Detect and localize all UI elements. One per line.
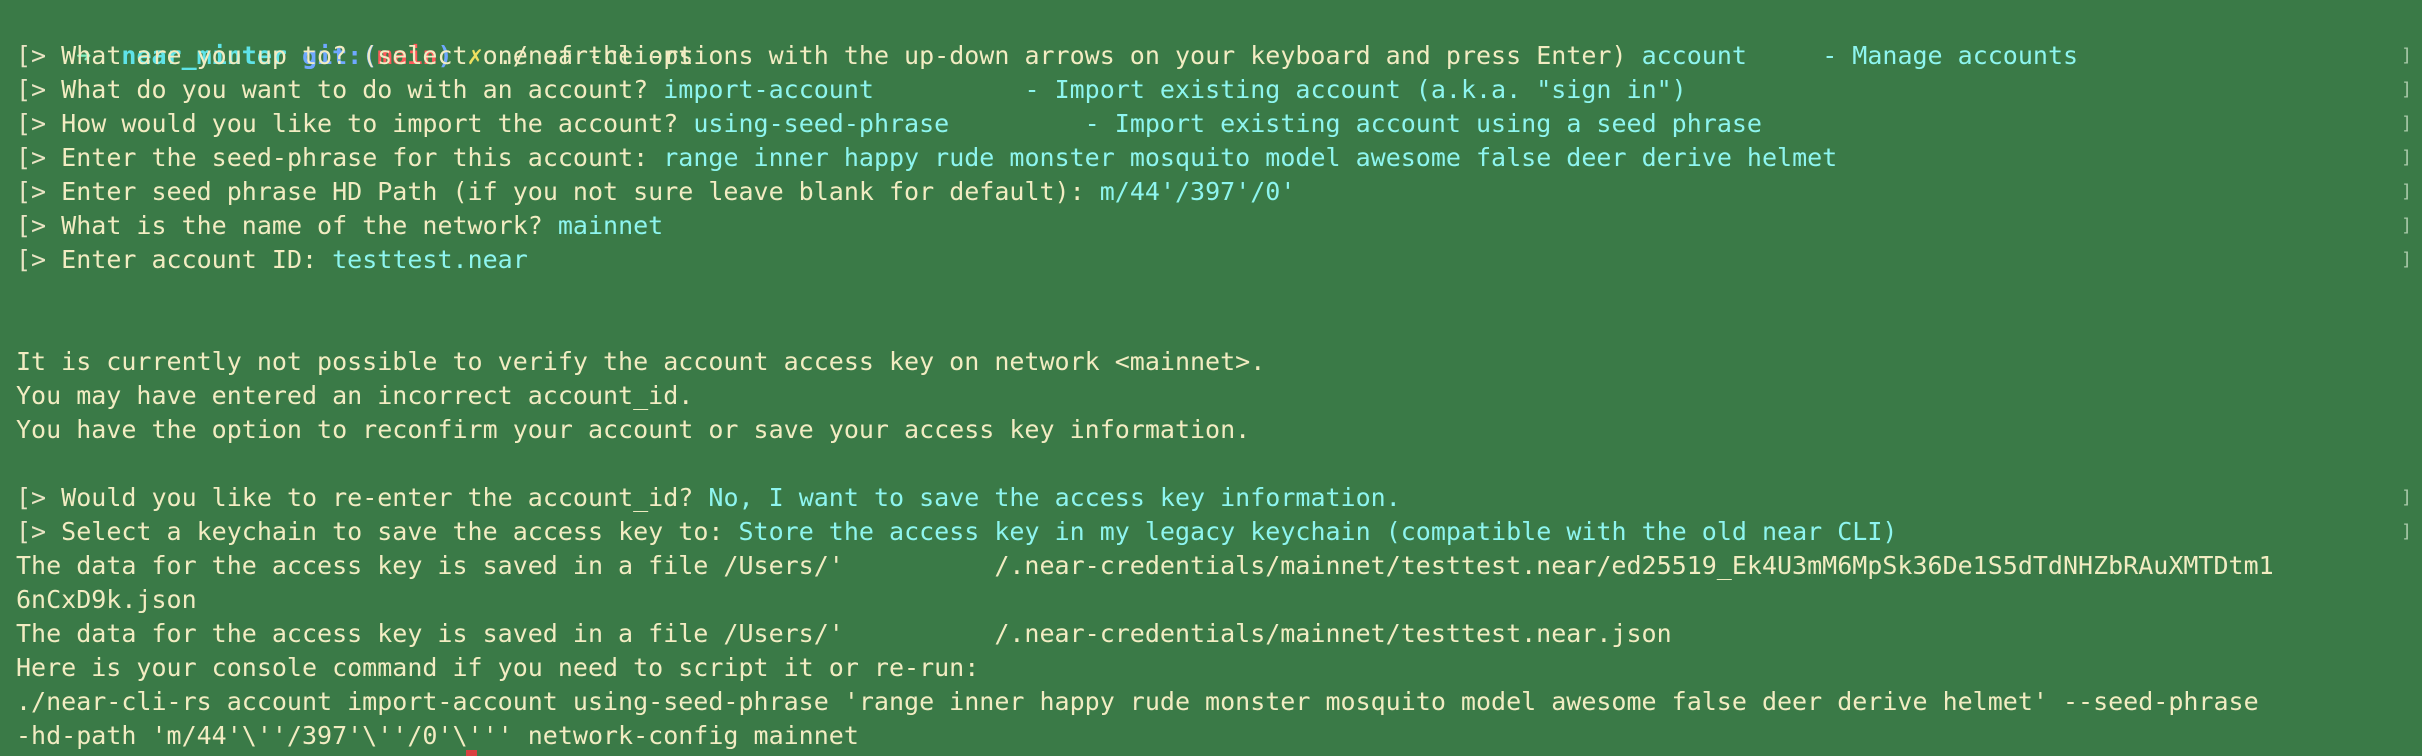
text-cursor (466, 750, 477, 756)
prompt-end-marker: ] (2401, 215, 2412, 236)
prompt-question: What is the name of the network? (61, 211, 543, 240)
prompt-end-marker: ] (2401, 147, 2412, 168)
prompt-question: Select a keychain to save the access key… (61, 517, 724, 546)
prompt-line: [> How would you like to import the acco… (16, 107, 1762, 141)
prompt-answer: m/44'/397'/0' (1099, 177, 1296, 206)
prompt-marker: [> (16, 109, 47, 138)
prompt-answer: mainnet (557, 211, 664, 240)
prompt-line: [> Enter the seed-phrase for this accoun… (16, 141, 1837, 175)
prompt-question: What are you up to? (select one of the o… (61, 41, 1627, 70)
console-command-continued[interactable]: -hd-path 'm/44'\''/397'\''/0'\''' networ… (16, 719, 859, 753)
prompt-question: What do you want to do with an account? (61, 75, 649, 104)
shell-prompt: ➜ near_minter git:(main) ✗ ./near-cli-rs (16, 5, 693, 70)
prompt-answer: Store the access key in my legacy keycha… (738, 517, 1898, 546)
prompt-end-marker: ] (2401, 521, 2412, 542)
output-line: The data for the access key is saved in … (16, 619, 1672, 648)
prompt-question: Enter the seed-phrase for this account: (61, 143, 649, 172)
prompt-marker: [> (16, 211, 47, 240)
prompt-answer: testtest.near (332, 245, 528, 274)
prompt-answer: import-account - Import existing account… (663, 75, 1687, 104)
prompt-end-marker: ] (2401, 181, 2412, 202)
console-command[interactable]: ./near-cli-rs account import-account usi… (16, 685, 2259, 719)
prompt-answer: range inner happy rude monster mosquito … (663, 143, 1838, 172)
prompt-marker: [> (16, 517, 47, 546)
prompt-line: [> Enter account ID: testtest.near (16, 243, 528, 277)
prompt-question: Enter account ID: (61, 245, 318, 274)
prompt-answer: account - Manage accounts (1641, 41, 2079, 70)
prompt-line: [> Would you like to re-enter the accoun… (16, 481, 1401, 515)
prompt-line: [> What do you want to do with an accoun… (16, 73, 1687, 107)
output-line: The data for the access key is saved in … (16, 551, 2274, 580)
terminal-window[interactable]: ➜ near_minter git:(main) ✗ ./near-cli-rs… (0, 0, 2422, 756)
prompt-question: Would you like to re-enter the account_i… (61, 483, 694, 512)
prompt-question: Enter seed phrase HD Path (if you not su… (61, 177, 1085, 206)
warning-line: It is currently not possible to verify t… (16, 347, 1266, 376)
prompt-end-marker: ] (2401, 79, 2412, 100)
prompt-end-marker: ] (2401, 249, 2412, 270)
prompt-marker: [> (16, 245, 47, 274)
prompt-marker: [> (16, 75, 47, 104)
prompt-end-marker: ] (2401, 487, 2412, 508)
prompt-marker: [> (16, 483, 47, 512)
prompt-end-marker: ] (2401, 113, 2412, 134)
prompt-line: [> What are you up to? (select one of th… (16, 39, 2078, 73)
prompt-marker: [> (16, 143, 47, 172)
prompt-marker: [> (16, 41, 47, 70)
prompt-end-marker: ] (2401, 45, 2412, 66)
prompt-line: [> Select a keychain to save the access … (16, 515, 1897, 549)
prompt-answer: No, I want to save the access key inform… (708, 483, 1401, 512)
warning-line: You have the option to reconfirm your ac… (16, 415, 1251, 444)
prompt-marker: [> (16, 177, 47, 206)
prompt-line: [> Enter seed phrase HD Path (if you not… (16, 175, 1295, 209)
prompt-answer: using-seed-phrase - Import existing acco… (693, 109, 1762, 138)
warning-line: You may have entered an incorrect accoun… (16, 381, 694, 410)
prompt-line: [> What is the name of the network? main… (16, 209, 663, 243)
prompt-question: How would you like to import the account… (61, 109, 679, 138)
output-line: 6nCxD9k.json (16, 585, 197, 614)
output-line: Here is your console command if you need… (16, 653, 980, 682)
